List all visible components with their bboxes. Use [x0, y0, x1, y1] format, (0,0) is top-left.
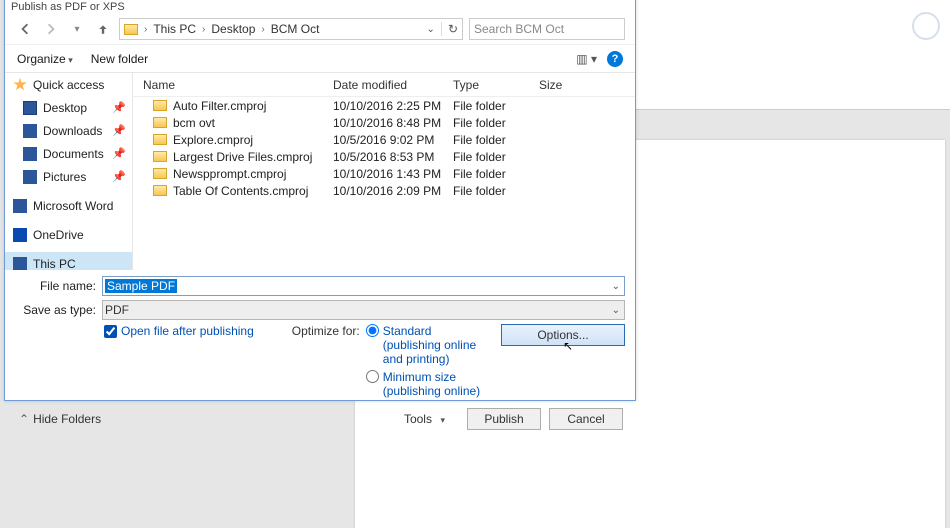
- folder-icon: [153, 134, 167, 145]
- radio-minimum[interactable]: [366, 370, 379, 383]
- pic-icon: [23, 170, 37, 184]
- dropdown-icon[interactable]: ⌄: [612, 281, 620, 292]
- search-input[interactable]: Search BCM Oct: [469, 18, 625, 40]
- crumb-current[interactable]: BCM Oct: [271, 22, 320, 36]
- hide-folders-button[interactable]: Hide Folders: [33, 412, 101, 426]
- crumb-thispc[interactable]: This PC: [153, 22, 196, 36]
- tree-item-onedrive[interactable]: OneDrive: [5, 223, 132, 246]
- od-icon: [13, 228, 27, 242]
- open-after-label: Open file after publishing: [121, 324, 254, 338]
- pin-icon: 📌: [112, 170, 126, 183]
- dialog-footer: ⌃ Hide Folders Tools Publish Cancel: [5, 402, 635, 438]
- file-name-label: File name:: [15, 279, 102, 293]
- chevron-icon: ›: [202, 24, 205, 35]
- dialog-titlebar[interactable]: Publish as PDF or XPS: [5, 0, 635, 14]
- file-name-value: Sample PDF: [105, 279, 177, 293]
- up-button[interactable]: [93, 19, 113, 39]
- search-placeholder: Search BCM Oct: [474, 22, 564, 36]
- col-name[interactable]: Name: [133, 78, 333, 92]
- options-button[interactable]: Options... ↖: [501, 324, 625, 346]
- new-folder-button[interactable]: New folder: [91, 52, 148, 66]
- view-options-icon[interactable]: ▥ ▾: [576, 52, 597, 66]
- open-after-checkbox[interactable]: Open file after publishing: [104, 324, 254, 338]
- forward-button[interactable]: [41, 19, 61, 39]
- list-item[interactable]: Newspprompt.cmproj10/10/2016 1:43 PMFile…: [133, 165, 635, 182]
- back-button[interactable]: [15, 19, 35, 39]
- tree-item-quick-access[interactable]: Quick access: [5, 73, 132, 96]
- pin-icon: 📌: [112, 101, 126, 114]
- folder-icon: [153, 185, 167, 196]
- organize-menu[interactable]: Organize: [17, 52, 73, 66]
- folder-icon: [153, 151, 167, 162]
- radio-standard[interactable]: [366, 324, 379, 337]
- optimize-minimum[interactable]: Minimum size (publishing online): [366, 370, 493, 398]
- tools-menu[interactable]: Tools: [404, 412, 445, 426]
- file-list[interactable]: Name Date modified Type Size Auto Filter…: [133, 73, 635, 270]
- collapse-icon[interactable]: ⌃: [19, 412, 29, 426]
- tree-item-this-pc[interactable]: This PC: [5, 252, 132, 270]
- col-size[interactable]: Size: [539, 78, 635, 92]
- save-type-value: PDF: [105, 303, 129, 317]
- cursor-icon: ↖: [563, 339, 573, 353]
- tree-item-pictures[interactable]: Pictures📌: [5, 165, 132, 188]
- pin-icon: 📌: [112, 124, 126, 137]
- cancel-button[interactable]: Cancel: [549, 408, 623, 430]
- breadcrumb-dropdown-icon[interactable]: ⌄: [427, 24, 435, 35]
- doc-icon: [23, 147, 37, 161]
- save-dialog: Publish as PDF or XPS ▾ › This PC › Desk…: [4, 0, 636, 401]
- dialog-toolbar: Organize New folder ▥ ▾ ?: [5, 44, 635, 72]
- file-name-input[interactable]: Sample PDF ⌄: [102, 276, 625, 296]
- tree-item-desktop[interactable]: Desktop📌: [5, 96, 132, 119]
- folder-icon: [124, 24, 138, 35]
- decorative-circle: [912, 12, 940, 40]
- save-type-label: Save as type:: [15, 303, 102, 317]
- desktop-icon: [23, 101, 37, 115]
- optimize-standard-label: Standard (publishing online and printing…: [383, 324, 493, 366]
- list-item[interactable]: bcm ovt10/10/2016 8:48 PMFile folder: [133, 114, 635, 131]
- tree-item-microsoft-word[interactable]: Microsoft Word: [5, 194, 132, 217]
- chevron-icon: ›: [144, 24, 147, 35]
- form-area: File name: Sample PDF ⌄ Save as type: PD…: [5, 270, 635, 402]
- dropdown-icon[interactable]: ⌄: [612, 305, 620, 316]
- list-item[interactable]: Largest Drive Files.cmproj10/5/2016 8:53…: [133, 148, 635, 165]
- word-icon: [13, 199, 27, 213]
- list-item[interactable]: Explore.cmproj10/5/2016 9:02 PMFile fold…: [133, 131, 635, 148]
- list-item[interactable]: Auto Filter.cmproj10/10/2016 2:25 PMFile…: [133, 97, 635, 114]
- tree-item-downloads[interactable]: Downloads📌: [5, 119, 132, 142]
- list-header[interactable]: Name Date modified Type Size: [133, 73, 635, 97]
- list-item[interactable]: Table Of Contents.cmproj10/10/2016 2:09 …: [133, 182, 635, 199]
- tree-item-documents[interactable]: Documents📌: [5, 142, 132, 165]
- optimize-standard[interactable]: Standard (publishing online and printing…: [366, 324, 493, 366]
- dialog-nav: ▾ › This PC › Desktop › BCM Oct ⌄ ↻ Sear…: [5, 14, 635, 44]
- breadcrumb[interactable]: › This PC › Desktop › BCM Oct ⌄ ↻: [119, 18, 463, 40]
- open-after-input[interactable]: [104, 325, 117, 338]
- folder-icon: [153, 117, 167, 128]
- word-ribbon: bCcing 1 AaBbCcDHeading 2 AaBTitle AaBbC…: [636, 0, 950, 110]
- crumb-desktop[interactable]: Desktop: [211, 22, 255, 36]
- down-icon: [23, 124, 37, 138]
- publish-button[interactable]: Publish: [467, 408, 541, 430]
- star-icon: [13, 78, 27, 92]
- folder-icon: [153, 168, 167, 179]
- pin-icon: 📌: [112, 147, 126, 160]
- optimize-label: Optimize for:: [292, 324, 360, 338]
- recent-dropdown-icon[interactable]: ▾: [67, 19, 87, 39]
- optimize-minimum-label: Minimum size (publishing online): [383, 370, 493, 398]
- refresh-icon[interactable]: ↻: [448, 22, 458, 36]
- pc-icon: [13, 257, 27, 271]
- save-type-select[interactable]: PDF ⌄: [102, 300, 625, 320]
- nav-tree[interactable]: Quick accessDesktop📌Downloads📌Documents📌…: [5, 73, 133, 270]
- help-icon[interactable]: ?: [607, 51, 623, 67]
- col-type[interactable]: Type: [453, 78, 539, 92]
- chevron-icon: ›: [261, 24, 264, 35]
- col-date[interactable]: Date modified: [333, 78, 453, 92]
- folder-icon: [153, 100, 167, 111]
- dialog-title: Publish as PDF or XPS: [11, 1, 125, 13]
